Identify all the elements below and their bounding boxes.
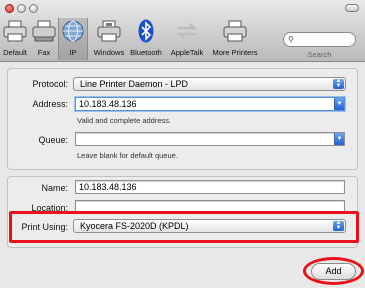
minimize-window-button[interactable] — [17, 4, 26, 13]
close-window-button[interactable] — [5, 4, 14, 13]
location-label: Location: — [31, 203, 68, 213]
dropdown-arrow-icon[interactable]: ▼ — [334, 133, 344, 145]
bluetooth-icon — [132, 18, 160, 44]
toolbar-item-bluetooth[interactable]: Bluetooth — [126, 18, 166, 60]
toolbar-toggle-button[interactable] — [345, 4, 359, 12]
name-label: Name: — [41, 183, 68, 193]
toolbar-item-default[interactable]: Default — [0, 18, 30, 60]
fax-icon — [30, 18, 58, 44]
windows-printer-icon — [95, 18, 123, 44]
print-using-popup[interactable]: Kyocera FS-2020D (KPDL) ▲ ▼ — [73, 219, 346, 233]
toolbar-item-label: AppleTalk — [170, 48, 204, 57]
search-icon: ⚲ — [288, 35, 294, 44]
toolbar-item-label: Default — [3, 48, 27, 57]
add-printer-window: Default Fax IP Windows Bluetooth AppleTa… — [0, 0, 365, 288]
toolbar-item-label: Bluetooth — [130, 48, 162, 57]
zoom-window-button[interactable] — [29, 4, 38, 13]
name-field[interactable]: 10.183.48.136 — [75, 180, 345, 194]
toolbar-item-label: Windows — [93, 48, 125, 57]
toolbar-item-fax[interactable]: Fax — [30, 18, 58, 60]
queue-label: Queue: — [38, 135, 68, 145]
popup-arrows-icon: ▲ ▼ — [333, 78, 344, 89]
address-hint: Valid and complete address. — [77, 116, 172, 125]
toolbar-item-more-printers[interactable]: More Printers — [208, 18, 262, 60]
protocol-value: Line Printer Daemon - LPD — [80, 79, 189, 89]
address-label: Address: — [32, 99, 68, 109]
search-label: Search — [307, 50, 332, 59]
popup-arrows-icon: ▲ ▼ — [333, 220, 344, 231]
print-using-label: Print Using: — [21, 222, 68, 232]
add-button[interactable]: Add — [311, 263, 356, 280]
address-value: 10.183.48.136 — [79, 99, 137, 109]
protocol-label: Protocol: — [32, 79, 68, 89]
search-field[interactable]: ⚲ — [283, 32, 356, 47]
queue-hint: Leave blank for default queue. — [77, 151, 178, 160]
protocol-popup[interactable]: Line Printer Daemon - LPD ▲ ▼ — [73, 77, 346, 91]
more-printers-icon — [221, 18, 249, 44]
toolbar-item-label: Fax — [37, 48, 51, 57]
name-value: 10.183.48.136 — [79, 182, 137, 192]
print-using-value: Kyocera FS-2020D (KPDL) — [80, 221, 189, 231]
toolbar-item-appletalk[interactable]: AppleTalk — [166, 18, 208, 60]
toolbar-item-windows[interactable]: Windows — [92, 18, 126, 60]
toolbar-item-ip[interactable]: IP — [58, 18, 88, 60]
queue-field[interactable]: ▼ — [75, 132, 345, 146]
toolbar: Default Fax IP Windows Bluetooth AppleTa… — [0, 0, 365, 62]
appletalk-icon — [173, 18, 201, 44]
dropdown-arrow-icon[interactable]: ▼ — [334, 98, 344, 110]
address-field[interactable]: 10.183.48.136 ▼ — [75, 97, 345, 111]
location-field[interactable] — [75, 200, 345, 214]
ip-globe-icon — [59, 18, 87, 44]
toolbar-item-label: More Printers — [212, 48, 258, 57]
printer-default-icon — [1, 18, 29, 44]
toolbar-item-label: IP — [69, 48, 77, 57]
